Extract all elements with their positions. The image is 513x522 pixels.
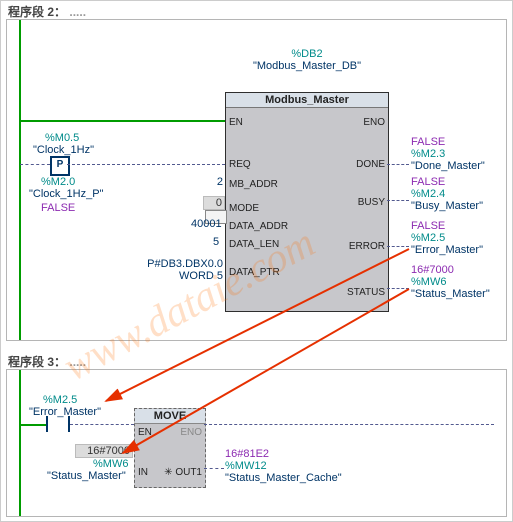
segment2-left-rail-top: [19, 20, 21, 36]
move-pin-eno: ENO: [180, 427, 202, 438]
p-trig-box[interactable]: P: [50, 156, 70, 176]
pin-status: STATUS: [347, 287, 385, 298]
dataaddr-val: 40001: [191, 218, 222, 230]
segment2-title: 程序段 2： .....: [8, 3, 86, 18]
busy-addr: %M2.4: [411, 188, 445, 200]
move-pin-out1: ✳ OUT1: [164, 467, 202, 478]
wire-error: [387, 246, 409, 247]
segment3-left-rail: [19, 386, 21, 516]
wire-busy: [387, 200, 409, 201]
pin-datalen: DATA_LEN: [229, 239, 279, 250]
segment2-title-dots: .....: [69, 5, 86, 19]
pin-en: EN: [229, 117, 243, 128]
done-name: "Done_Master": [411, 160, 485, 172]
segment2-title-text: 程序段 2：: [8, 5, 66, 19]
pin-done: DONE: [356, 159, 385, 170]
move-in-name: "Status_Master": [47, 470, 126, 482]
busy-val: FALSE: [411, 176, 445, 188]
segment2-left-rail: [19, 36, 21, 340]
wire-req-left: [20, 164, 50, 165]
wire-done: [387, 164, 409, 165]
pin-mbaddr: MB_ADDR: [229, 179, 278, 190]
dataptr-l1: P#DB3.DBX0.0: [147, 258, 223, 270]
pin-dataaddr: DATA_ADDR: [229, 221, 288, 232]
wire-req-to-block: [67, 164, 225, 165]
error-val: FALSE: [411, 220, 445, 232]
move-out-val: 16#81E2: [225, 448, 269, 460]
p-trig-letter: P: [57, 159, 64, 170]
clock-name: "Clock_1Hz": [33, 144, 94, 156]
modbus-master-block[interactable]: Modbus_Master EN REQ MB_ADDR MODE DATA_A…: [225, 92, 389, 312]
pin-mode: MODE: [229, 203, 259, 214]
wire-en-rail: [20, 120, 225, 122]
segment3-title: 程序段 3： .....: [8, 353, 86, 368]
clockP-addr: %M2.0: [41, 176, 75, 188]
s3-contact-addr: %M2.5: [43, 394, 77, 406]
status-name: "Status_Master": [411, 288, 490, 300]
done-addr: %M2.3: [411, 148, 445, 160]
segment3-left-rail-top: [19, 370, 21, 386]
move-block-header: MOVE: [135, 409, 205, 424]
segment3-title-dots: .....: [69, 355, 86, 369]
move-in-addr: %MW6: [93, 458, 128, 470]
modbus-master-header: Modbus_Master: [226, 93, 388, 108]
wire-status: [387, 288, 409, 289]
instance-db-addr: %DB2: [247, 48, 367, 60]
pin-error: ERROR: [349, 241, 385, 252]
done-val: FALSE: [411, 136, 445, 148]
status-addr: %MW6: [411, 276, 446, 288]
pin-req: REQ: [229, 159, 251, 170]
move-in-val: 16#7000: [75, 444, 133, 458]
segment3: %M2.5 "Error_Master" MOVE EN ENO IN ✳ OU…: [6, 369, 507, 517]
s3-wire-out1: [204, 468, 224, 469]
error-addr: %M2.5: [411, 232, 445, 244]
move-pin-en: EN: [138, 427, 152, 438]
segment3-title-text: 程序段 3：: [8, 355, 66, 369]
move-out-name: "Status_Master_Cache": [225, 472, 342, 484]
pin-eno: ENO: [363, 117, 385, 128]
s3-wire-eno-out: [204, 424, 494, 425]
error-name: "Error_Master": [411, 244, 483, 256]
status-val: 16#7000: [411, 264, 454, 276]
dataptr-l2: WORD 5: [147, 270, 223, 282]
move-out-addr: %MW12: [225, 460, 267, 472]
clock-addr: %M0.5: [45, 132, 79, 144]
pin-dataptr: DATA_PTR: [229, 267, 280, 278]
pin-busy: BUSY: [358, 197, 385, 208]
diagram-canvas: 程序段 2： ..... %DB2 "Modbus_Master_DB" Mod…: [0, 0, 513, 522]
s3-wire-left: [20, 424, 46, 426]
move-block[interactable]: MOVE EN ENO IN ✳ OUT1: [134, 408, 206, 488]
s3-no-contact[interactable]: [46, 416, 70, 432]
clockP-val: FALSE: [41, 202, 75, 214]
clockP-name: "Clock_1Hz_P": [29, 188, 103, 200]
segment2: %DB2 "Modbus_Master_DB" Modbus_Master EN…: [6, 19, 507, 341]
instance-db-name: "Modbus_Master_DB": [247, 60, 367, 72]
mode-val: 0: [203, 196, 225, 210]
move-pin-in: IN: [138, 467, 148, 478]
s3-wire-to-move: [70, 424, 134, 425]
mbaddr-val: 2: [211, 176, 223, 188]
busy-name: "Busy_Master": [411, 200, 483, 212]
datalen-val: 5: [213, 236, 219, 248]
